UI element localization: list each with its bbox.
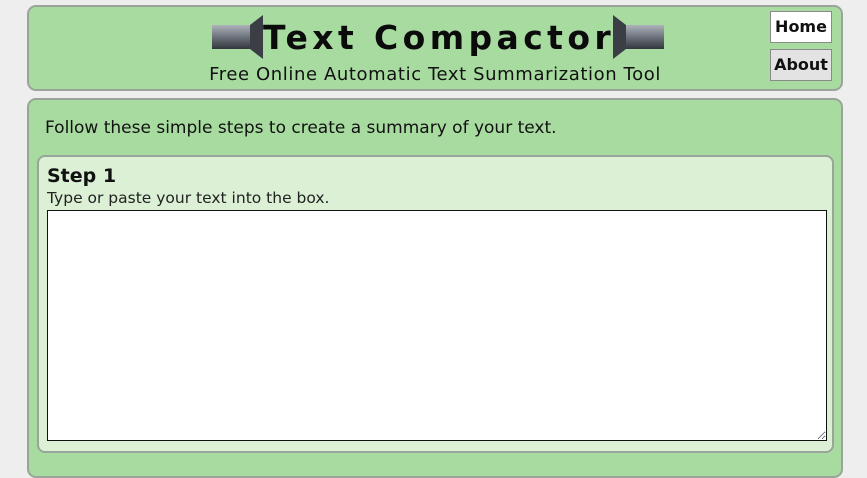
megaphone-left-icon [212, 15, 263, 59]
about-button[interactable]: About [770, 49, 832, 81]
home-button[interactable]: Home [770, 11, 832, 43]
site-subtitle: Free Online Automatic Text Summarization… [209, 64, 661, 85]
megaphone-right-icon [613, 15, 664, 59]
intro-text: Follow these simple steps to create a su… [45, 118, 557, 138]
step-1-title: Step 1 [47, 165, 117, 187]
text-input-area[interactable] [47, 210, 827, 441]
site-title: Text Compactor [263, 18, 616, 57]
step-1-panel: Step 1 Type or paste your text into the … [37, 155, 834, 453]
main-panel: Follow these simple steps to create a su… [27, 98, 843, 478]
site-header: Text Compactor Free Online Automatic Tex… [27, 5, 843, 91]
site-logo: Text Compactor [212, 15, 664, 59]
step-1-description: Type or paste your text into the box. [47, 189, 330, 207]
